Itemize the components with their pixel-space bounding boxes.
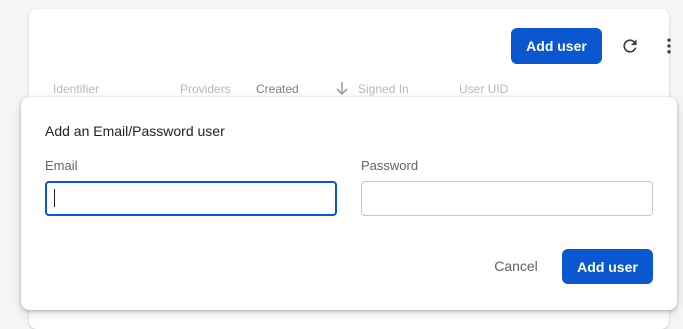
column-signed-in[interactable]: Signed In <box>358 82 409 96</box>
dialog-title: Add an Email/Password user <box>45 123 225 139</box>
column-created[interactable]: Created <box>256 82 299 96</box>
add-user-dialog: Add an Email/Password user Email Passwor… <box>21 97 677 310</box>
more-vert-icon <box>667 38 671 54</box>
more-options-button[interactable] <box>655 32 683 60</box>
text-caret <box>54 189 55 207</box>
refresh-button[interactable] <box>616 32 644 60</box>
refresh-icon <box>623 39 637 53</box>
column-user-uid[interactable]: User UID <box>459 82 508 96</box>
add-user-button[interactable]: Add user <box>511 28 602 64</box>
dialog-add-user-button[interactable]: Add user <box>562 249 653 284</box>
cancel-button[interactable]: Cancel <box>484 249 548 283</box>
email-label: Email <box>45 158 78 173</box>
password-field[interactable] <box>361 181 653 216</box>
column-identifier[interactable]: Identifier <box>53 82 99 96</box>
column-providers[interactable]: Providers <box>180 82 231 96</box>
password-label: Password <box>361 158 419 173</box>
email-field[interactable] <box>45 181 337 216</box>
